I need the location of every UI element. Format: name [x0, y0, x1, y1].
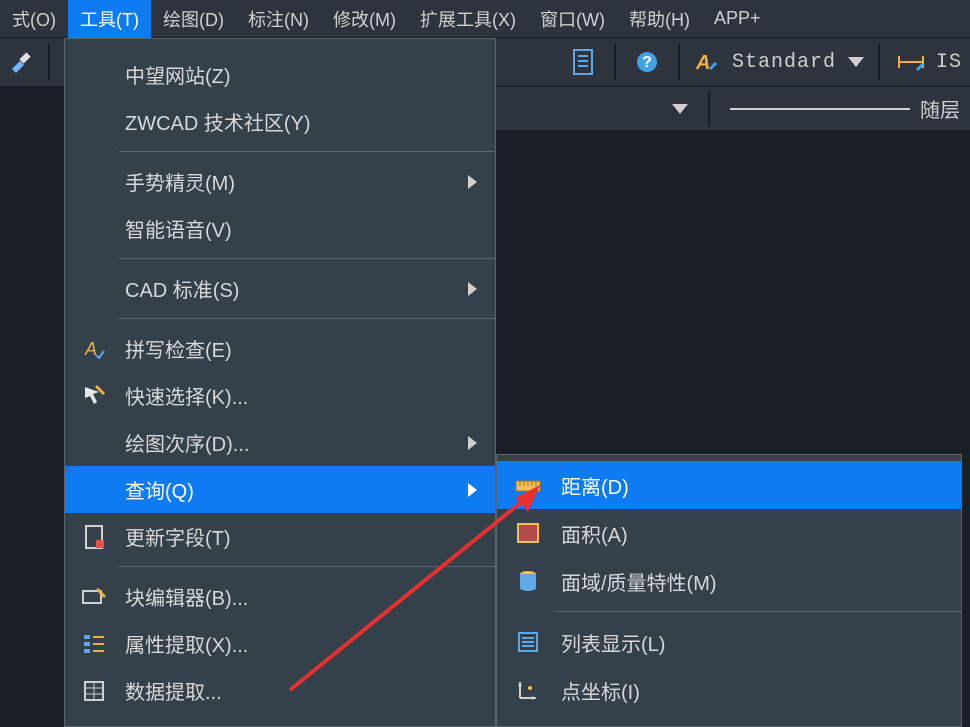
submenu-separator [555, 611, 961, 612]
menu-item-attr-extract[interactable]: 属性提取(X)... [65, 620, 495, 667]
menu-item-update-field[interactable]: 更新字段(T) [65, 513, 495, 560]
menu-tools[interactable]: 工具(T) [68, 0, 151, 40]
spell-check-icon: A [79, 334, 109, 364]
quick-select-icon [79, 381, 109, 411]
line-sample-icon [730, 108, 910, 110]
toolbar-separator [614, 44, 616, 80]
menu-item-block-editor[interactable]: 块编辑器(B)... [65, 573, 495, 620]
svg-text:?: ? [642, 54, 652, 71]
distance-icon [513, 470, 543, 500]
submenu-arrow-icon [468, 175, 477, 189]
menu-item-zw-website[interactable]: 中望网站(Z) [65, 51, 495, 98]
menu-item-draw-order[interactable]: 绘图次序(D)... [65, 419, 495, 466]
tools-dropdown-menu: 中望网站(Z) ZWCAD 技术社区(Y) 手势精灵(M) 智能语音(V) CA… [64, 38, 496, 727]
submenu-arrow-icon [468, 483, 477, 497]
toolbar-separator [708, 91, 710, 127]
linetype-label: 随层 [920, 94, 960, 123]
dimension-style-icon[interactable] [894, 45, 928, 79]
submenu-item-point-coord[interactable]: 点坐标(I) [497, 666, 961, 714]
menu-help[interactable]: 帮助(H) [617, 0, 702, 40]
menu-app-plus[interactable]: APP+ [702, 0, 773, 37]
toolbar-separator [678, 44, 680, 80]
toolbar-right: ? A Standard IS [558, 38, 970, 86]
menu-item-cad-standard[interactable]: CAD 标准(S) [65, 265, 495, 312]
point-coord-icon [513, 675, 543, 705]
list-icon [513, 627, 543, 657]
menu-window[interactable]: 窗口(W) [528, 0, 617, 40]
submenu-item-area[interactable]: 面积(A) [497, 509, 961, 557]
menu-dimension[interactable]: 标注(N) [236, 0, 321, 40]
menu-separator [119, 566, 495, 567]
layer-toolbar: 随层 [496, 86, 970, 130]
area-icon [513, 518, 543, 548]
menu-item-data-extract[interactable]: 数据提取... [65, 667, 495, 714]
submenu-item-distance[interactable]: 距离(D) [497, 461, 961, 509]
menu-separator [119, 151, 495, 152]
dropdown-arrow-icon[interactable] [672, 104, 688, 114]
menu-item-quick-select[interactable]: 快速选择(K)... [65, 372, 495, 419]
menu-extended-tools[interactable]: 扩展工具(X) [408, 0, 528, 40]
submenu-item-mass-props[interactable]: 面域/质量特性(M) [497, 557, 961, 605]
menu-item-query[interactable]: 查询(Q) [65, 466, 495, 513]
menu-bar: 式(O) 工具(T) 绘图(D) 标注(N) 修改(M) 扩展工具(X) 窗口(… [0, 0, 970, 38]
toolbar-separator [48, 44, 50, 80]
document-icon[interactable] [566, 45, 600, 79]
menu-draw[interactable]: 绘图(D) [151, 0, 236, 40]
menu-separator [119, 258, 495, 259]
update-field-icon [79, 522, 109, 552]
dim-style-name: IS [936, 51, 962, 74]
menu-item-zwcad-community[interactable]: ZWCAD 技术社区(Y) [65, 98, 495, 145]
svg-text:A: A [695, 52, 710, 74]
menu-separator [119, 318, 495, 319]
menu-item-spell-check[interactable]: A 拼写检查(E) [65, 325, 495, 372]
text-style-name: Standard [732, 51, 836, 74]
svg-text:A: A [84, 339, 97, 359]
submenu-item-list[interactable]: 列表显示(L) [497, 618, 961, 666]
dropdown-arrow-icon [848, 57, 864, 67]
query-submenu: 距离(D) 面积(A) 面域/质量特性(M) 列表显示(L) 点坐标(I) [496, 454, 962, 727]
brush-icon[interactable] [4, 45, 38, 79]
menu-item-gesture[interactable]: 手势精灵(M) [65, 158, 495, 205]
linetype-selector[interactable]: 随层 [730, 94, 960, 123]
menu-format[interactable]: 式(O) [0, 0, 68, 40]
block-editor-icon [79, 582, 109, 612]
data-extract-icon [79, 676, 109, 706]
text-style-icon: A [694, 49, 720, 75]
menu-modify[interactable]: 修改(M) [321, 0, 408, 40]
help-icon[interactable]: ? [630, 45, 664, 79]
menu-item-voice[interactable]: 智能语音(V) [65, 205, 495, 252]
mass-props-icon [513, 566, 543, 596]
submenu-arrow-icon [468, 436, 477, 450]
text-style-selector[interactable]: A Standard [694, 49, 864, 75]
attr-extract-icon [79, 629, 109, 659]
toolbar-separator [878, 44, 880, 80]
submenu-arrow-icon [468, 282, 477, 296]
